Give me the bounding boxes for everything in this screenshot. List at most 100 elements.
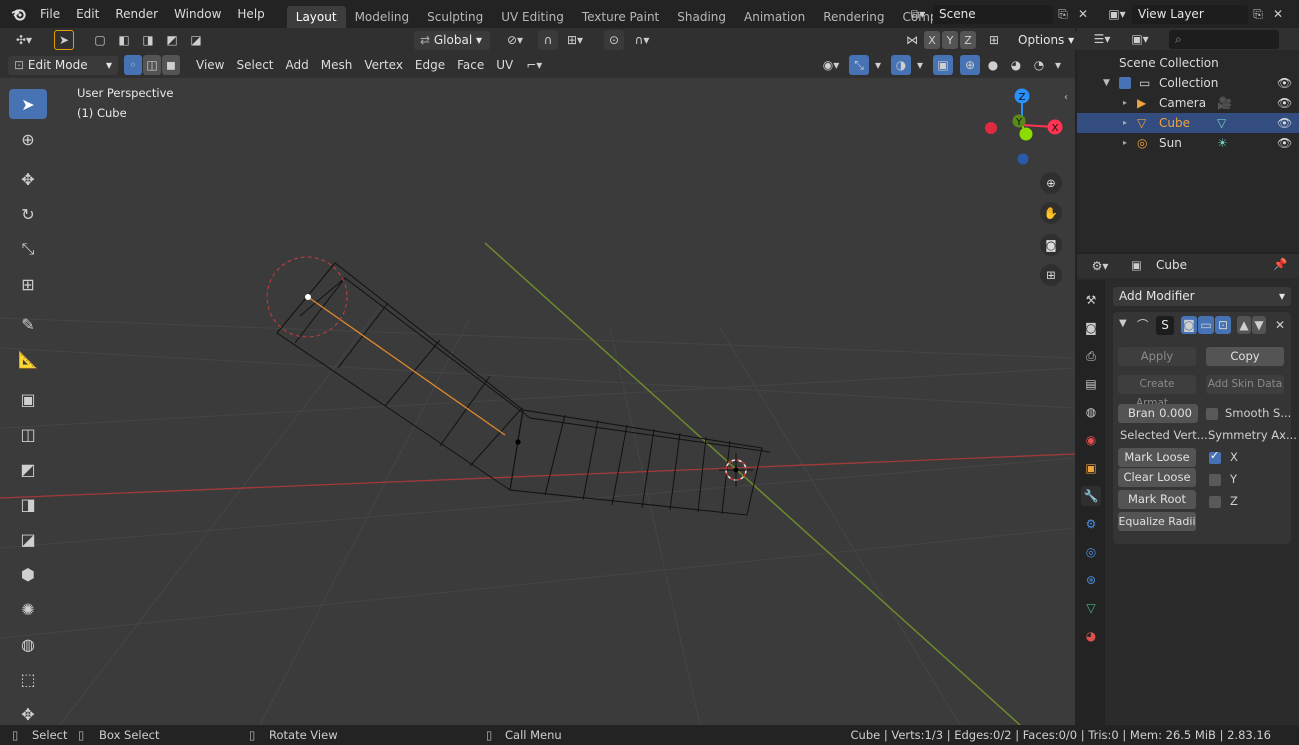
tool-rotate-icon[interactable]: ↻	[9, 199, 47, 229]
world-tab-icon[interactable]: ◉	[1081, 430, 1101, 450]
branch-smoothing-field[interactable]: Bran 0.000	[1118, 404, 1198, 423]
tool-smooth-icon[interactable]: ◍	[9, 629, 47, 659]
camera-view-icon[interactable]: ◙	[1040, 234, 1062, 256]
view-layer-icon[interactable]: ▣▾	[1102, 4, 1132, 24]
solid-shading-icon[interactable]: ●	[983, 55, 1003, 75]
tool-cursor-icon[interactable]: ⊕	[9, 124, 47, 154]
tool-inset-faces-icon[interactable]: ◫	[9, 419, 47, 449]
vertex-select-icon[interactable]: ◦	[124, 55, 142, 75]
overlay-toggle-icon[interactable]: ◑	[891, 55, 911, 75]
pin-icon[interactable]: 📌	[1273, 257, 1287, 271]
editor-type-icon[interactable]: ✣▾	[8, 30, 40, 50]
viewport-menu-select[interactable]: Select	[230, 55, 279, 75]
menu-window[interactable]: Window	[166, 3, 229, 25]
visibility-eye-icon[interactable]: 👁	[1277, 113, 1292, 133]
tab-uv-editing[interactable]: UV Editing	[492, 6, 573, 28]
xray-toggle-icon[interactable]: ▣	[933, 55, 953, 75]
display-mode-icon[interactable]: ▣▾	[1125, 29, 1155, 49]
outliner-editor-type-icon[interactable]: ☰▾	[1087, 29, 1117, 49]
add-skin-data-button[interactable]: Add Skin Data	[1206, 375, 1284, 394]
scene-icon[interactable]: ⧉▾	[903, 4, 933, 24]
select-mode-extend-icon[interactable]: ◧	[114, 30, 134, 50]
viewport-menu-add[interactable]: Add	[280, 55, 315, 75]
mirror-icon[interactable]: ⋈	[902, 30, 922, 50]
particles-tab-icon[interactable]: ⚙	[1081, 514, 1101, 534]
outliner-search-input[interactable]: ⌕	[1169, 30, 1279, 49]
smooth-shading-checkbox[interactable]	[1206, 408, 1218, 420]
falloff-icon[interactable]: ∩▾	[628, 30, 656, 50]
select-mode-invert-icon[interactable]: ◩	[162, 30, 182, 50]
overlay-dropdown-icon[interactable]: ▾	[914, 55, 926, 75]
selected-vertex[interactable]	[305, 294, 311, 300]
editmode-toggle-icon[interactable]: ◙	[1181, 316, 1197, 334]
auto-merge-icon[interactable]: ⊞	[984, 30, 1004, 50]
expand-arrow-icon[interactable]: ▸	[1123, 93, 1127, 113]
add-modifier-dropdown[interactable]: Add Modifier ▾	[1113, 287, 1291, 306]
constraints-tab-icon[interactable]: ⊛	[1081, 570, 1101, 590]
collection-visibility-icon[interactable]: 👁	[1277, 73, 1292, 93]
mirror-axis-x-button[interactable]: X	[924, 31, 940, 49]
gizmo-dropdown-icon[interactable]: ▾	[872, 55, 884, 75]
vertex[interactable]	[515, 439, 521, 445]
mark-root-button[interactable]: Mark Root	[1118, 490, 1196, 509]
tool-transform-icon[interactable]: ⊞	[9, 269, 47, 299]
physics-tab-icon[interactable]: ◎	[1081, 542, 1101, 562]
proportional-edit-icon[interactable]: ⊙	[604, 30, 624, 50]
mode-dropdown[interactable]: ⊡ Edit Mode ▾	[8, 55, 118, 75]
scene-tab-icon[interactable]: ◍	[1081, 402, 1101, 422]
mark-loose-button[interactable]: Mark Loose	[1118, 448, 1196, 467]
visibility-eye-icon[interactable]: 👁	[1277, 93, 1292, 113]
menu-file[interactable]: File	[32, 3, 68, 25]
rendered-shading-icon[interactable]: ◔	[1029, 55, 1049, 75]
select-mode-subtract-icon[interactable]: ◨	[138, 30, 158, 50]
object-tab-icon[interactable]: ▣	[1081, 458, 1101, 478]
tool-spin-icon[interactable]: ✺	[9, 594, 47, 624]
gizmo-toggle-icon[interactable]: ⤡	[849, 55, 869, 75]
outliner-row-collection[interactable]: ▼ ▭ Collection 👁	[1077, 73, 1299, 93]
tool-loop-cut-icon[interactable]: ◨	[9, 489, 47, 519]
face-select-icon[interactable]: ◼	[162, 55, 180, 75]
tool-knife-icon[interactable]: ◪	[9, 524, 47, 554]
collection-checkbox-icon[interactable]	[1119, 77, 1131, 89]
new-scene-icon[interactable]: ⎘	[1053, 4, 1073, 24]
expand-arrow-icon[interactable]: ▸	[1123, 113, 1127, 133]
material-tab-icon[interactable]: ◕	[1081, 626, 1101, 646]
visibility-eye-icon[interactable]: 👁	[1277, 133, 1292, 153]
tool-select-box-icon[interactable]: ➤	[9, 89, 47, 119]
material-shading-icon[interactable]: ◕	[1006, 55, 1026, 75]
viewport-menu-face[interactable]: Face	[451, 55, 490, 75]
tab-shading[interactable]: Shading	[668, 6, 735, 28]
symmetry-z-checkbox[interactable]	[1209, 496, 1221, 508]
apply-button[interactable]: Apply	[1118, 347, 1196, 366]
remove-scene-icon[interactable]: ✕	[1073, 4, 1093, 24]
sidebar-toggle-icon[interactable]: ‹	[1064, 92, 1068, 103]
equalize-radii-button[interactable]: Equalize Radii	[1118, 512, 1196, 531]
wireframe-shading-icon[interactable]: ⊕	[960, 55, 980, 75]
tool-tab-icon[interactable]: ⚒	[1081, 290, 1101, 310]
tool-shrink-fatten-icon[interactable]: ✥	[9, 699, 47, 725]
snap-target-icon[interactable]: ⊞▾	[562, 30, 588, 50]
copy-button[interactable]: Copy	[1206, 347, 1284, 366]
modifier-expand-icon[interactable]: ▼	[1119, 318, 1127, 329]
tool-edge-slide-icon[interactable]: ⬚	[9, 664, 47, 694]
menu-render[interactable]: Render	[107, 3, 166, 25]
expand-arrow-icon[interactable]: ▸	[1123, 133, 1127, 153]
edge-select-icon[interactable]: ◫	[143, 55, 161, 75]
camera-data-icon[interactable]: 🎥	[1217, 93, 1232, 113]
tool-annotate-icon[interactable]: ✎	[9, 309, 47, 339]
scene-name-field[interactable]: Scene	[933, 4, 1053, 24]
viewport-menu-view[interactable]: View	[190, 55, 230, 75]
remove-modifier-icon[interactable]: ✕	[1273, 316, 1287, 334]
viewport-menu-uv[interactable]: UV	[490, 55, 519, 75]
tab-sculpting[interactable]: Sculpting	[418, 6, 492, 28]
outliner-row-cube[interactable]: ▸ ▽ Cube ▽ 👁	[1077, 113, 1299, 133]
tab-modeling[interactable]: Modeling	[346, 6, 419, 28]
symmetry-y-checkbox[interactable]	[1209, 474, 1221, 486]
move-down-icon[interactable]: ▼	[1252, 316, 1266, 334]
viewport-menu-mesh[interactable]: Mesh	[315, 55, 359, 75]
clear-loose-button[interactable]: Clear Loose	[1118, 468, 1196, 487]
menu-edit[interactable]: Edit	[68, 3, 107, 25]
properties-editor-type-icon[interactable]: ⚙▾	[1085, 256, 1115, 276]
tab-texture-paint[interactable]: Texture Paint	[573, 6, 668, 28]
render-tab-icon[interactable]: ◙	[1081, 318, 1101, 338]
